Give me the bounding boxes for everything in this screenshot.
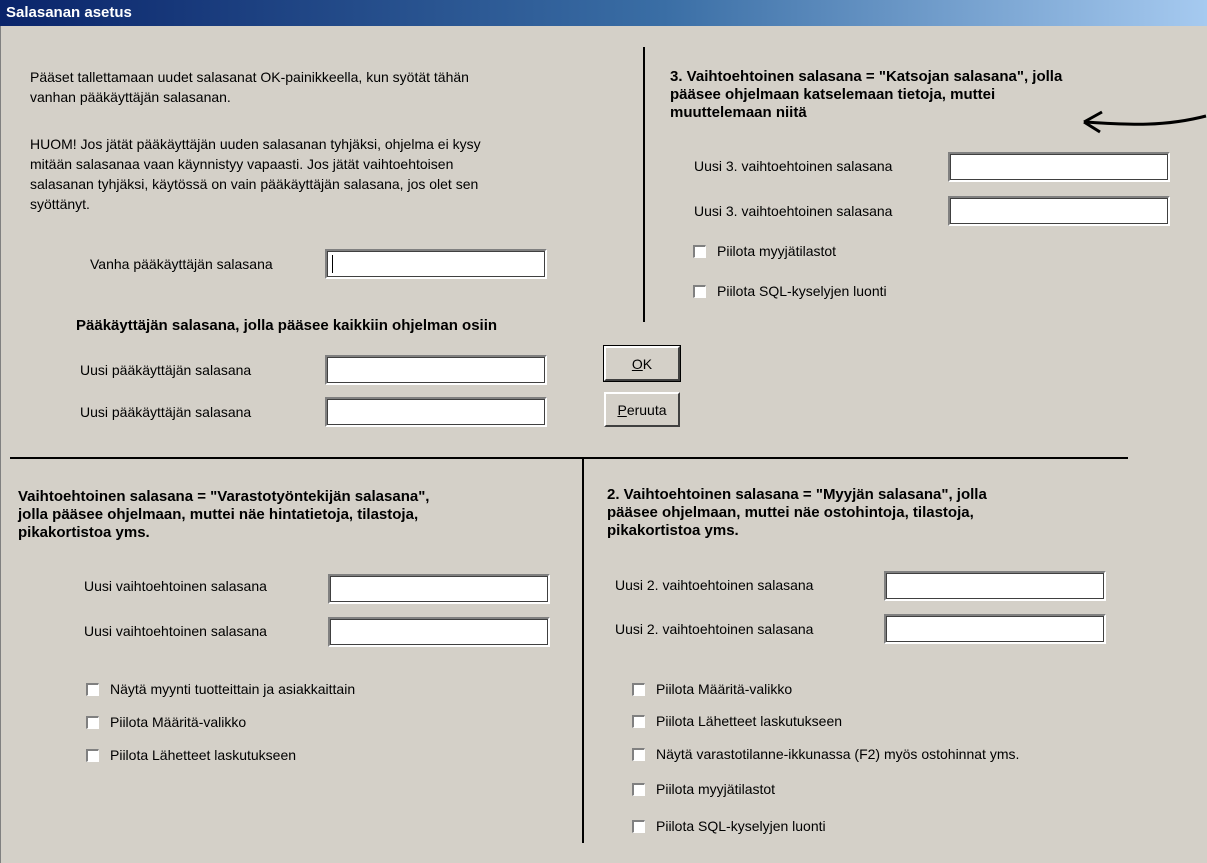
viewer-password-confirm-label: Uusi 3. vaihtoehtoinen salasana xyxy=(694,203,893,219)
seller-password-input[interactable] xyxy=(884,571,1106,601)
viewer-heading-line: 3. Vaihtoehtoinen salasana = "Katsojan s… xyxy=(670,68,1063,85)
warehouse-checkbox-label: Piilota Lähetteet laskutukseen xyxy=(110,747,297,763)
seller-checkbox-label: Näytä varastotilanne-ikkunassa (F2) myös… xyxy=(656,746,1020,762)
ok-button[interactable]: OK xyxy=(603,345,681,382)
seller-heading-line: 2. Vaihtoehtoinen salasana = "Myyjän sal… xyxy=(607,486,987,503)
seller-checkbox[interactable] xyxy=(632,748,645,761)
viewer-checkbox-label: Piilota myyjätilastot xyxy=(717,243,837,259)
viewer-checkbox[interactable] xyxy=(693,285,706,298)
warning-line: syöttänyt. xyxy=(30,196,90,212)
cancel-mnemonic: P xyxy=(617,401,627,418)
warning-line: salasanan tyhjäksi, käytössä on vain pää… xyxy=(30,176,479,192)
intro-line: vanhan pääkäyttäjän salasanan. xyxy=(30,89,231,105)
seller-heading-line: pääsee ohjelmaan, muttei näe ostohintoja… xyxy=(607,504,974,521)
warehouse-checkbox[interactable] xyxy=(86,716,99,729)
warehouse-heading-line: Vaihtoehtoinen salasana = "Varastotyönte… xyxy=(18,488,430,505)
text-caret xyxy=(332,255,333,273)
vertical-divider-bottom xyxy=(582,458,584,843)
warehouse-checkbox-label: Piilota Määritä-valikko xyxy=(110,714,247,730)
seller-heading-line: pikakortistoa yms. xyxy=(607,522,739,539)
title-bar: Salasanan asetus xyxy=(0,0,1207,26)
intro-text: Pääset tallettamaan uudet salasanat OK-p… xyxy=(30,67,469,107)
seller-password-confirm-label: Uusi 2. vaihtoehtoinen salasana xyxy=(615,621,814,637)
viewer-checkbox[interactable] xyxy=(693,245,706,258)
warehouse-password-confirm-input[interactable] xyxy=(328,617,550,647)
viewer-password-confirm-input[interactable] xyxy=(948,196,1170,226)
warehouse-checkbox-label: Näytä myynti tuotteittain ja asiakkaitta… xyxy=(110,681,356,697)
seller-checkbox-label: Piilota Määritä-valikko xyxy=(656,681,793,697)
seller-password-label: Uusi 2. vaihtoehtoinen salasana xyxy=(615,577,814,593)
old-admin-password-label: Vanha pääkäyttäjän salasana xyxy=(90,256,273,272)
seller-checkbox[interactable] xyxy=(632,683,645,696)
old-admin-password-input[interactable] xyxy=(325,249,547,279)
intro-line: Pääset tallettamaan uudet salasanat OK-p… xyxy=(30,69,469,85)
warehouse-heading-line: jolla pääsee ohjelmaan, muttei näe hinta… xyxy=(18,506,419,523)
seller-checkbox-label: Piilota myyjätilastot xyxy=(656,781,776,797)
warehouse-checkbox[interactable] xyxy=(86,683,99,696)
viewer-section-heading: 3. Vaihtoehtoinen salasana = "Katsojan s… xyxy=(670,68,1062,122)
seller-section-heading: 2. Vaihtoehtoinen salasana = "Myyjän sal… xyxy=(607,486,987,540)
warning-line: HUOM! Jos jätät pääkäyttäjän uuden salas… xyxy=(30,136,481,152)
confirm-admin-password-input[interactable] xyxy=(325,397,547,427)
confirm-admin-password-label: Uusi pääkäyttäjän salasana xyxy=(80,404,252,420)
horizontal-divider xyxy=(10,457,1128,459)
warehouse-checkbox[interactable] xyxy=(86,749,99,762)
ok-label: K xyxy=(642,355,653,372)
seller-checkbox[interactable] xyxy=(632,783,645,796)
warning-text: HUOM! Jos jätät pääkäyttäjän uuden salas… xyxy=(30,134,481,214)
warehouse-password-label: Uusi vaihtoehtoinen salasana xyxy=(84,578,267,594)
viewer-password-label: Uusi 3. vaihtoehtoinen salasana xyxy=(694,158,893,174)
warehouse-heading-line: pikakortistoa yms. xyxy=(18,524,150,541)
vertical-divider-top xyxy=(643,47,645,322)
admin-section-heading: Pääkäyttäjän salasana, jolla pääsee kaik… xyxy=(76,317,498,334)
arrow-left-icon xyxy=(1083,110,1207,134)
warehouse-password-confirm-label: Uusi vaihtoehtoinen salasana xyxy=(84,623,267,639)
ok-mnemonic: O xyxy=(631,355,643,372)
seller-checkbox[interactable] xyxy=(632,715,645,728)
viewer-heading-line: pääsee ohjelmaan katselemaan tietoja, mu… xyxy=(670,86,996,103)
seller-checkbox-label: Piilota SQL-kyselyjen luonti xyxy=(656,818,826,834)
new-admin-password-input[interactable] xyxy=(325,355,547,385)
warehouse-password-input[interactable] xyxy=(328,574,550,604)
viewer-password-input[interactable] xyxy=(948,152,1170,182)
seller-checkbox[interactable] xyxy=(632,820,645,833)
new-admin-password-label: Uusi pääkäyttäjän salasana xyxy=(80,362,252,378)
warning-line: mitään salasanaa vaan käynnistyy vapaast… xyxy=(30,156,454,172)
cancel-button[interactable]: Peruuta xyxy=(604,392,680,427)
viewer-heading-line: muuttelemaan niitä xyxy=(670,104,807,121)
seller-password-confirm-input[interactable] xyxy=(884,614,1106,644)
viewer-checkbox-label: Piilota SQL-kyselyjen luonti xyxy=(717,283,887,299)
warehouse-section-heading: Vaihtoehtoinen salasana = "Varastotyönte… xyxy=(18,488,429,542)
seller-checkbox-label: Piilota Lähetteet laskutukseen xyxy=(656,713,843,729)
window-border xyxy=(0,26,1,863)
window-title: Salasanan asetus xyxy=(6,4,132,21)
cancel-label: eruuta xyxy=(626,401,667,418)
